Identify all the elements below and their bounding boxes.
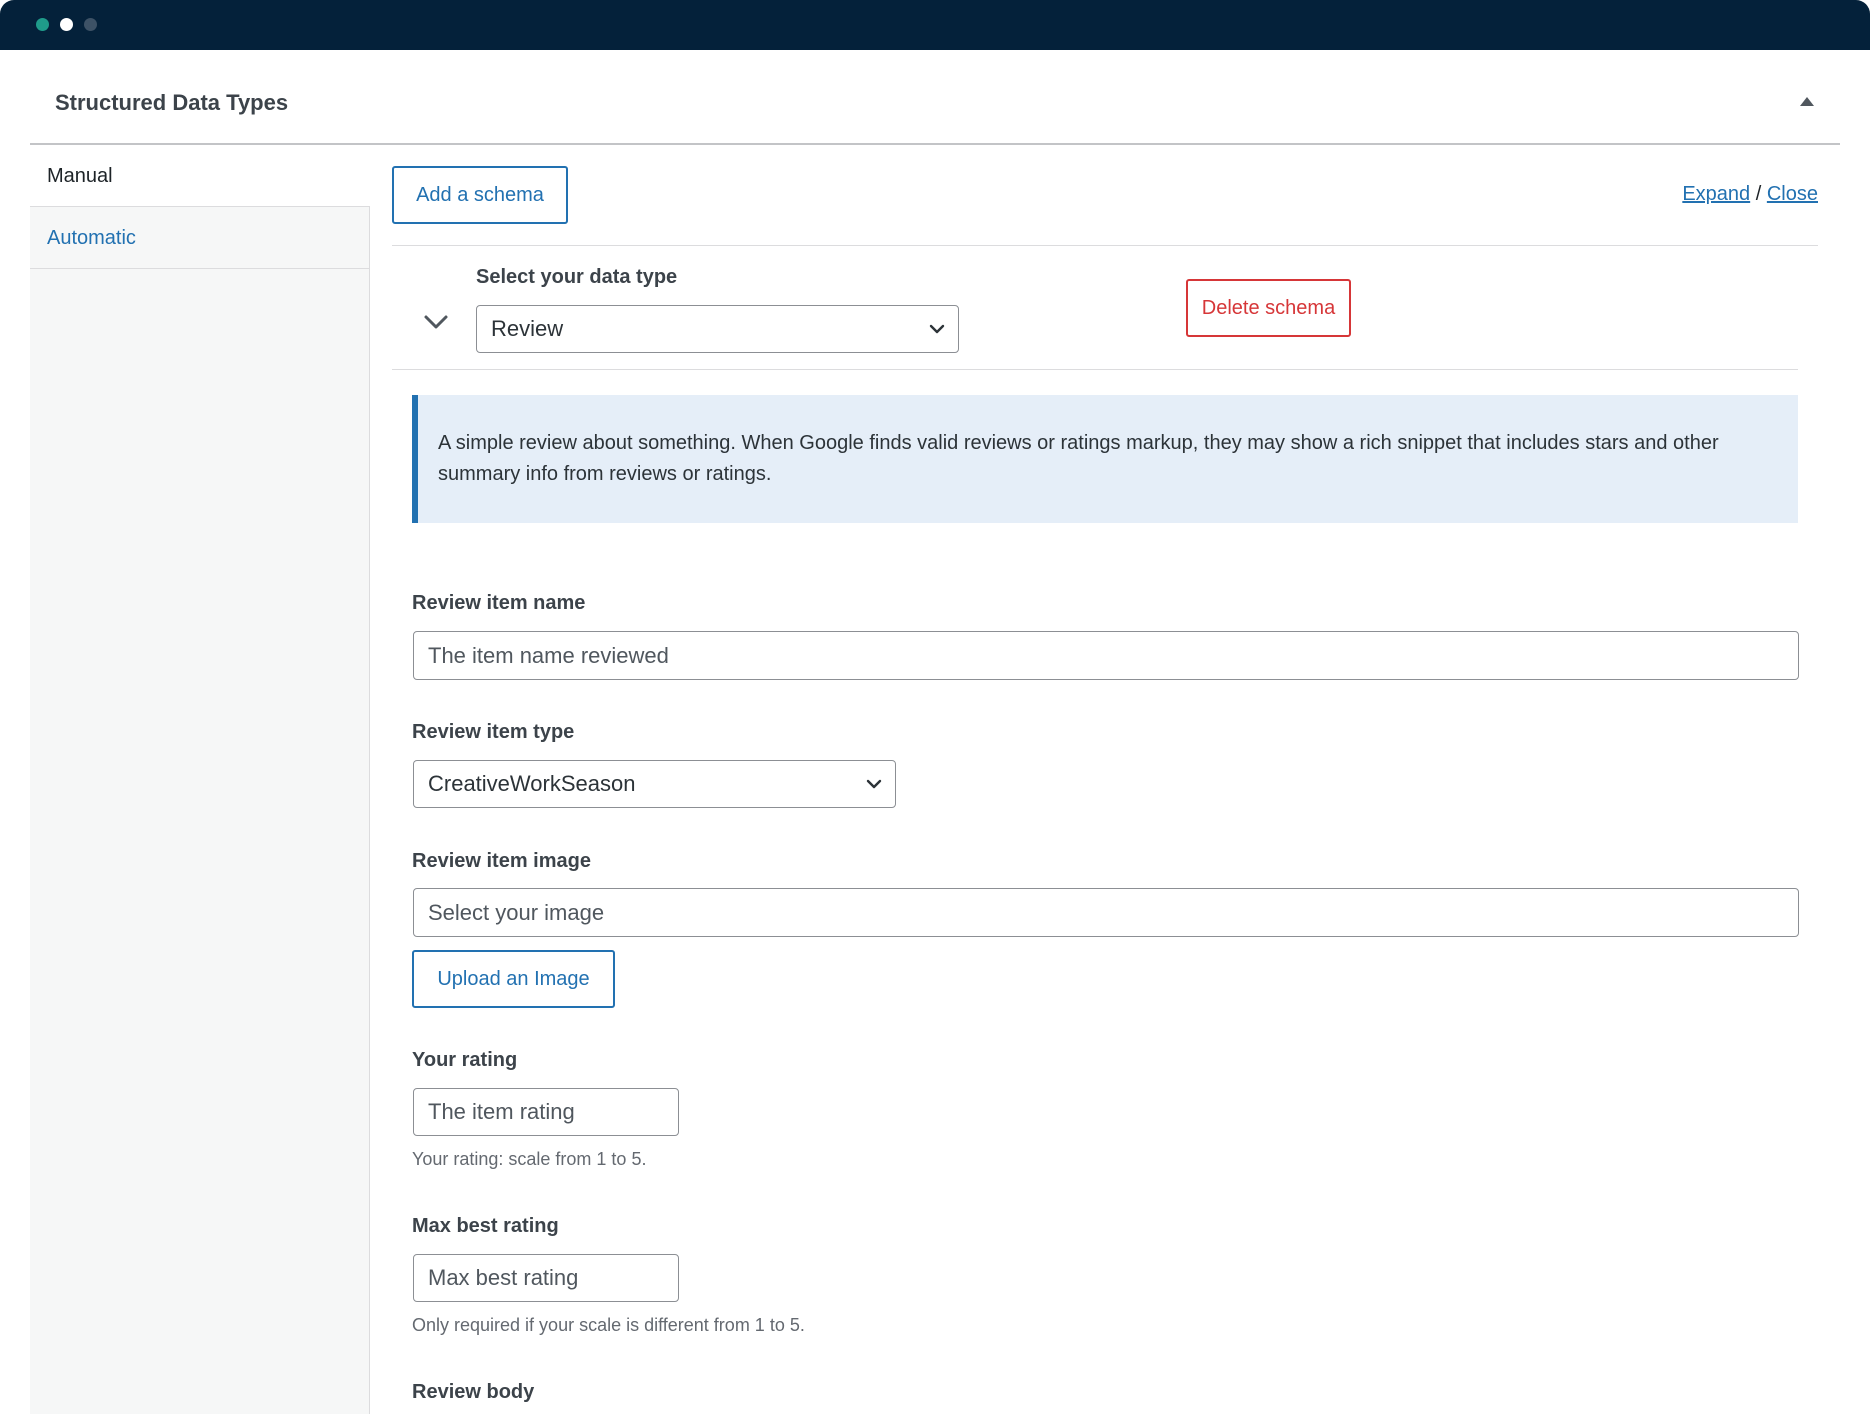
review-item-type-label: Review item type	[412, 721, 575, 743]
review-item-name-label: Review item name	[412, 592, 586, 614]
close-link[interactable]: Close	[1767, 183, 1818, 205]
expand-close-links: Expand / Close	[1682, 183, 1818, 206]
chevron-down-icon[interactable]	[422, 312, 450, 332]
review-item-name-placeholder: The item name reviewed	[428, 642, 669, 668]
review-body-label: Review body	[412, 1381, 535, 1403]
review-item-image-input[interactable]: Select your image	[413, 888, 1799, 937]
schema-header-divider	[392, 369, 1798, 370]
links-separator: /	[1755, 183, 1762, 205]
rating-placeholder: The item rating	[428, 1099, 575, 1124]
chevron-down-icon	[866, 779, 882, 789]
data-type-select[interactable]: Review	[476, 305, 959, 353]
structured-data-panel: Structured Data Types Manual Automatic	[30, 50, 1840, 1414]
max-rating-help-text: Only required if your scale is different…	[412, 1315, 805, 1335]
expand-link[interactable]: Expand	[1682, 183, 1750, 205]
window-dot-green[interactable]	[36, 18, 49, 31]
upload-image-button[interactable]: Upload an Image	[412, 950, 615, 1008]
review-item-image-placeholder: Select your image	[428, 899, 605, 925]
review-item-name-input[interactable]: The item name reviewed	[413, 631, 1799, 680]
window-titlebar	[0, 0, 1870, 50]
data-type-label: Select your data type	[476, 266, 678, 288]
rating-help-text: Your rating: scale from 1 to 5.	[412, 1149, 647, 1169]
max-rating-input[interactable]: Max best rating	[413, 1254, 679, 1302]
schema-mode-sidebar: Manual Automatic	[30, 145, 370, 1414]
chevron-down-icon	[929, 324, 945, 334]
schema-description-notice: A simple review about something. When Go…	[412, 395, 1798, 523]
review-item-type-value: CreativeWorkSeason	[428, 771, 636, 796]
review-item-image-label: Review item image	[412, 850, 591, 872]
delete-schema-button[interactable]: Delete schema	[1186, 279, 1351, 337]
panel-title: Structured Data Types	[55, 90, 289, 115]
panel-header[interactable]: Structured Data Types	[30, 50, 1840, 145]
rating-input[interactable]: The item rating	[413, 1088, 679, 1136]
max-rating-placeholder: Max best rating	[428, 1265, 579, 1290]
rating-label: Your rating	[412, 1049, 518, 1071]
sidebar-item-manual[interactable]: Manual	[30, 145, 370, 207]
toolbar-divider	[392, 245, 1818, 246]
sidebar-item-automatic[interactable]: Automatic	[30, 207, 370, 269]
review-item-type-select[interactable]: CreativeWorkSeason	[413, 760, 896, 808]
data-type-value: Review	[491, 316, 564, 341]
add-schema-button[interactable]: Add a schema	[392, 166, 568, 224]
window-dot-white[interactable]	[60, 18, 73, 31]
collapse-arrow-icon[interactable]	[1800, 97, 1814, 106]
max-rating-label: Max best rating	[412, 1215, 559, 1237]
window-dot-gray[interactable]	[84, 18, 97, 31]
